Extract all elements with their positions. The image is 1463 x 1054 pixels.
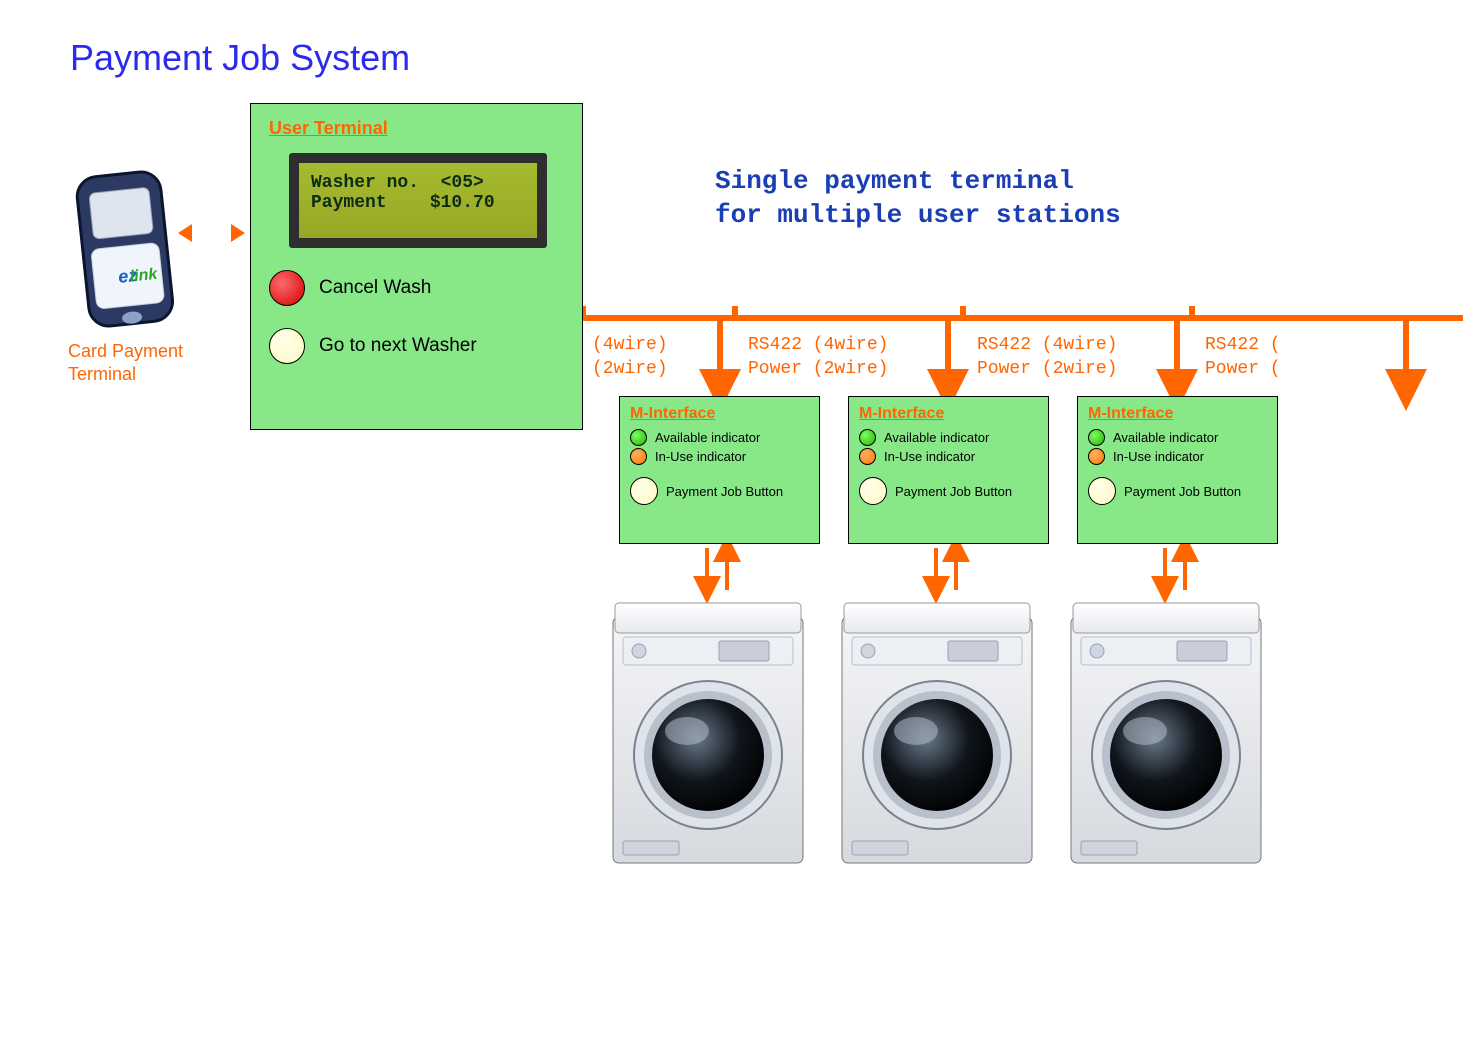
card-payment-terminal: ez link [75, 168, 175, 333]
next-washer-button[interactable] [269, 328, 305, 364]
lcd-display: Washer no. <05> Payment $10.70 [289, 153, 547, 248]
lcd-line-1: Washer no. <05> [311, 173, 484, 193]
in-use-indicator-label: In-Use indicator [655, 449, 746, 464]
next-washer-label: Go to next Washer [319, 335, 477, 357]
payment-job-label: Payment Job Button [1124, 484, 1241, 499]
payment-job-button[interactable] [859, 477, 887, 505]
diagram-canvas: Payment Job System Single payment termin… [0, 0, 1463, 1054]
link-arrow-right-icon [231, 224, 245, 242]
available-indicator-icon [630, 429, 647, 446]
card-terminal-label: Card Payment Terminal [68, 340, 183, 385]
svg-text:link: link [129, 266, 159, 286]
available-indicator-label: Available indicator [884, 430, 989, 445]
wire-label-1: (4wire) (2wire) [592, 333, 668, 382]
cancel-wash-button[interactable] [269, 270, 305, 306]
in-use-indicator-label: In-Use indicator [884, 449, 975, 464]
payment-job-button[interactable] [1088, 477, 1116, 505]
m-interface-1: M-Interface Available indicator In-Use i… [619, 396, 820, 544]
wire-label-2: RS422 (4wire) Power (2wire) [748, 333, 888, 382]
washer-1 [609, 597, 807, 870]
available-indicator-label: Available indicator [1113, 430, 1218, 445]
in-use-indicator-icon [859, 448, 876, 465]
user-terminal-title: User Terminal [269, 118, 564, 139]
available-indicator-icon [1088, 429, 1105, 446]
m-interface-2: M-Interface Available indicator In-Use i… [848, 396, 1049, 544]
payment-job-button[interactable] [630, 477, 658, 505]
page-title: Payment Job System [70, 37, 410, 79]
m-interface-title: M-Interface [1088, 405, 1267, 423]
user-terminal-panel: User Terminal Washer no. <05> Payment $1… [250, 103, 583, 430]
available-indicator-label: Available indicator [655, 430, 760, 445]
next-washer-row: Go to next Washer [269, 328, 564, 364]
m-interface-title: M-Interface [630, 405, 809, 423]
wire-label-4: RS422 ( Power ( [1205, 333, 1281, 382]
in-use-indicator-label: In-Use indicator [1113, 449, 1204, 464]
in-use-indicator-icon [1088, 448, 1105, 465]
tagline-text: Single payment terminal for multiple use… [715, 165, 1121, 233]
wire-label-3: RS422 (4wire) Power (2wire) [977, 333, 1117, 382]
link-arrow-left-icon [178, 224, 192, 242]
lcd-line-2: Payment $10.70 [311, 193, 495, 213]
payment-job-label: Payment Job Button [895, 484, 1012, 499]
cancel-wash-label: Cancel Wash [319, 277, 431, 299]
payment-job-label: Payment Job Button [666, 484, 783, 499]
washer-3 [1067, 597, 1265, 870]
m-interface-3: M-Interface Available indicator In-Use i… [1077, 396, 1278, 544]
available-indicator-icon [859, 429, 876, 446]
cancel-wash-row: Cancel Wash [269, 270, 564, 306]
washer-2 [838, 597, 1036, 870]
m-interface-title: M-Interface [859, 405, 1038, 423]
in-use-indicator-icon [630, 448, 647, 465]
